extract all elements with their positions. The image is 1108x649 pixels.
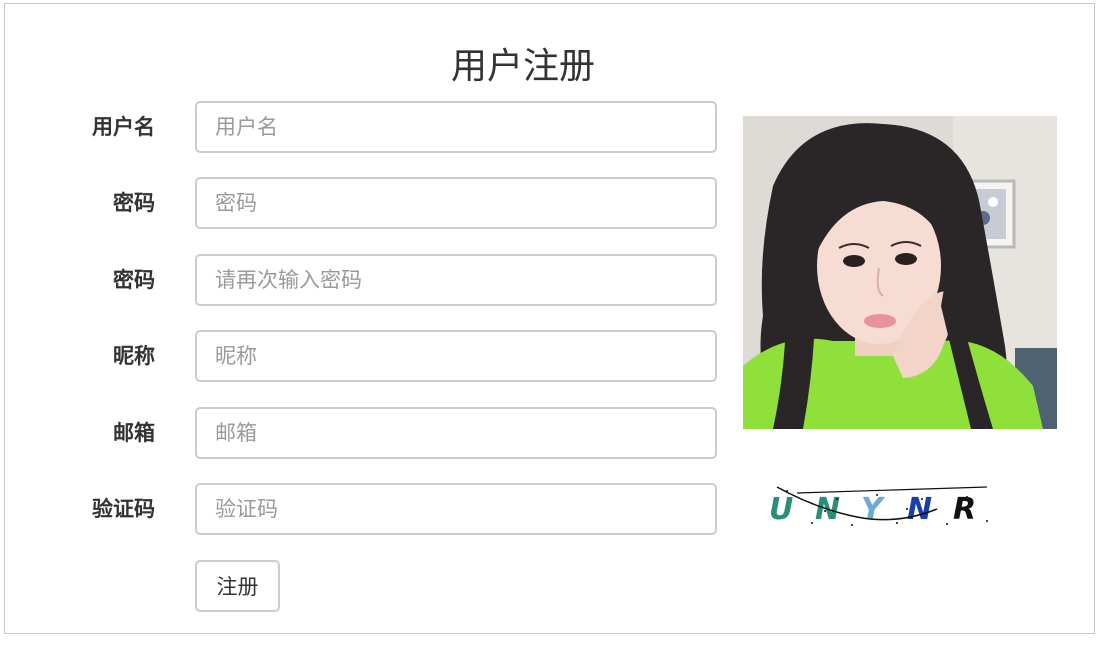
confirm-password-row: 密码 [5, 254, 725, 306]
username-input[interactable] [195, 101, 717, 153]
captcha-image[interactable]: UNYNR [757, 479, 997, 531]
nickname-input[interactable] [195, 330, 717, 382]
password-label: 密码 [113, 191, 155, 215]
email-row: 邮箱 [5, 407, 725, 459]
email-label: 邮箱 [113, 421, 155, 445]
username-label: 用户名 [92, 115, 155, 139]
register-panel: 用户注册 用户名 密码 密码 昵称 邮箱 验证码 注册 [4, 3, 1095, 634]
captcha-label: 验证码 [92, 497, 155, 521]
password-row: 密码 [5, 177, 725, 229]
page-title: 用户注册 [450, 46, 595, 87]
confirm-password-input[interactable] [195, 254, 717, 306]
username-row: 用户名 [5, 101, 725, 153]
email-input[interactable] [195, 407, 717, 459]
password-input[interactable] [195, 177, 717, 229]
captcha-input[interactable] [195, 483, 717, 535]
nickname-label: 昵称 [113, 344, 155, 368]
avatar-image[interactable] [743, 116, 1057, 429]
nickname-row: 昵称 [5, 330, 725, 382]
captcha-row: 验证码 [5, 483, 725, 535]
confirm-password-label: 密码 [113, 268, 155, 292]
register-button[interactable]: 注册 [195, 560, 280, 612]
